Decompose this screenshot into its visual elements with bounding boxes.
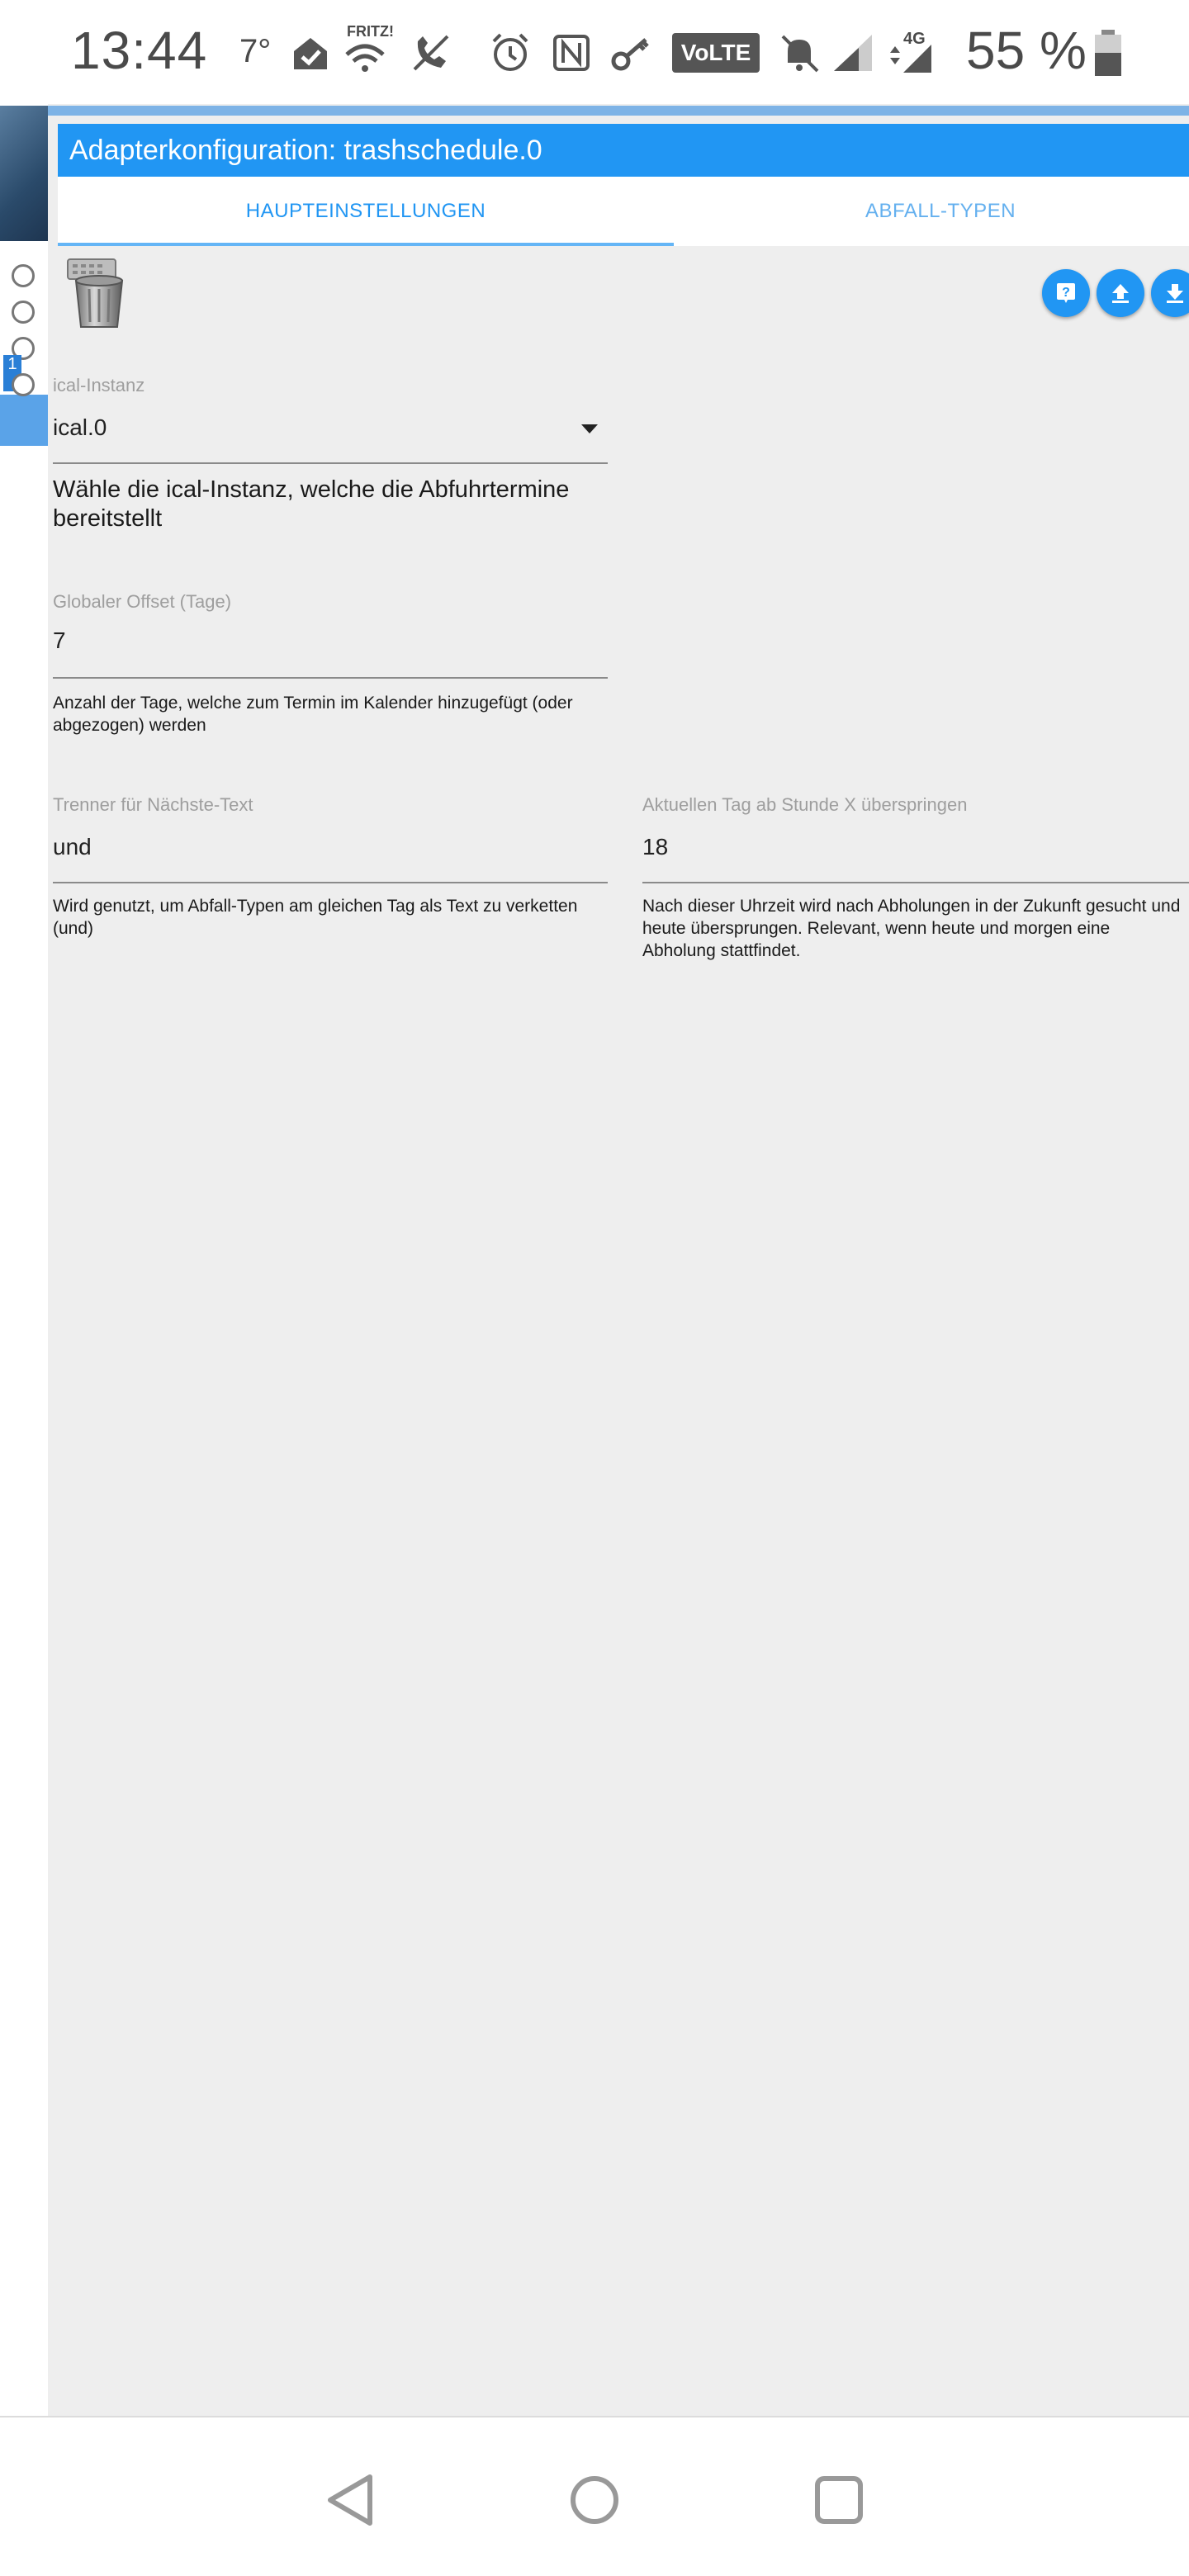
tab-waste-types[interactable]: ABFALL-TYPEN: [674, 177, 1189, 246]
ical-instance-underline: [53, 462, 608, 464]
status-bar: 13:44 7° FRITZ! VoLTE 4G 55 %: [0, 0, 1189, 104]
ical-instance-label: ical-Instanz: [53, 375, 145, 395]
skip-hour-helper: Nach dieser Uhrzeit wird nach Abholungen…: [642, 897, 1181, 960]
navigation-bar: [0, 2416, 1189, 2576]
upload-button[interactable]: [1097, 269, 1144, 317]
fritz-label: FRITZ!: [347, 23, 394, 40]
separator-underline: [53, 882, 608, 883]
upload-icon: [1112, 284, 1129, 303]
download-icon: [1167, 284, 1183, 303]
global-offset-underline: [53, 677, 608, 679]
ical-instance-helper: Wähle die ical-Instanz, welche die Abfuh…: [53, 476, 570, 532]
dialog-title: Adapterkonfiguration: trashschedule.0: [58, 124, 1189, 177]
skip-hour-underline: [642, 882, 1189, 883]
config-panel: [48, 104, 1189, 2416]
skip-hour-label: Aktuellen Tag ab Stunde X überspringen: [642, 794, 968, 815]
separator-label: Trenner für Nächste-Text: [53, 794, 253, 815]
home-check-icon: [294, 38, 327, 69]
help-icon: ?: [1057, 283, 1075, 303]
recents-icon[interactable]: [806, 2467, 872, 2533]
battery-icon: [1095, 30, 1121, 76]
side-avatar-image: [0, 106, 48, 241]
call-muted-icon: [413, 35, 449, 71]
alarm-icon: [492, 33, 528, 71]
side-radio-2[interactable]: [12, 301, 35, 324]
panel-top-accent: [48, 106, 1189, 116]
separator-helper: Wird genutzt, um Abfall-Typen am gleiche…: [53, 897, 578, 938]
signal-4g-icon: [890, 45, 931, 73]
side-radio-1[interactable]: [12, 264, 35, 287]
side-column: [0, 104, 48, 2416]
chevron-down-icon[interactable]: [581, 424, 598, 434]
nfc-icon: [553, 35, 590, 71]
global-offset-label: Globaler Offset (Tage): [53, 591, 232, 612]
global-offset-input[interactable]: 7: [53, 627, 66, 654]
tab-main-settings[interactable]: HAUPTEINSTELLUNGEN: [58, 177, 674, 246]
status-temperature: 7°: [239, 33, 272, 69]
help-button[interactable]: ?: [1042, 269, 1090, 317]
status-time: 13:44: [71, 21, 208, 80]
battery-percent: 55 %: [966, 21, 1087, 80]
tab-bar: HAUPTEINSTELLUNGEN ABFALL-TYPEN: [58, 177, 1189, 246]
key-icon: [611, 38, 649, 71]
side-radio-4[interactable]: [12, 373, 35, 396]
svg-text:?: ?: [1062, 286, 1070, 300]
bell-off-icon: [781, 35, 819, 73]
back-icon[interactable]: [319, 2467, 385, 2533]
trash-can-logo: [67, 258, 124, 328]
volte-icon: VoLTE: [672, 33, 760, 73]
signal-icon: [834, 35, 872, 71]
global-offset-helper: Anzahl der Tage, welche zum Termin im Ka…: [53, 694, 573, 735]
side-highlight: [0, 395, 48, 446]
home-icon[interactable]: [561, 2467, 628, 2533]
ical-instance-select[interactable]: ical.0: [53, 414, 107, 441]
separator-input[interactable]: und: [53, 834, 92, 860]
skip-hour-input[interactable]: 18: [642, 834, 668, 860]
